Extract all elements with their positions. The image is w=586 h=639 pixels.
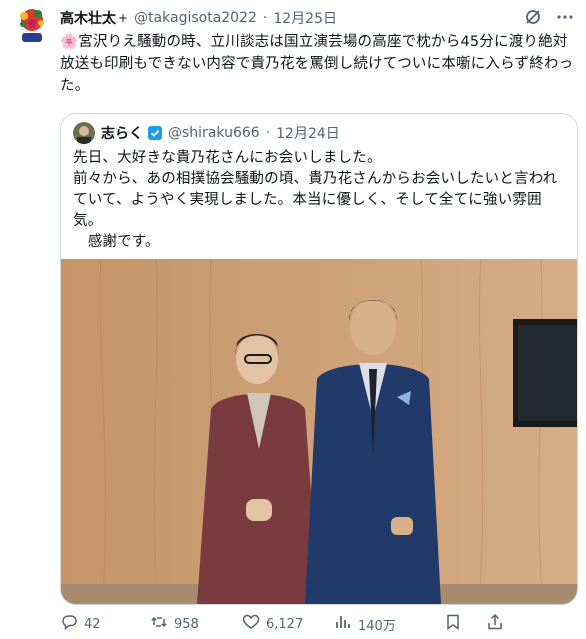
like-icon <box>242 613 260 635</box>
like-count: 6,127 <box>266 616 304 632</box>
tweet-text: 🌸宮沢りえ騒動の時、立川談志は国立演芸場の高座で枕から45分に渡り絶対放送も印刷… <box>60 34 574 94</box>
quoted-photo[interactable] <box>61 258 577 604</box>
like-button[interactable]: 6,127 <box>242 613 334 635</box>
reply-count: 42 <box>84 616 101 632</box>
share-icon <box>486 613 504 635</box>
reply-button[interactable]: 42 <box>60 613 150 635</box>
author-name[interactable]: 高木壮太 <box>60 8 116 28</box>
separator-dot: · <box>262 10 268 26</box>
more-icon[interactable] <box>556 8 574 30</box>
quoted-date[interactable]: 12月24日 <box>276 123 340 143</box>
author-avatar[interactable] <box>12 6 52 46</box>
tweet-header: 高木壮太 + @takagisota2022 · 12月25日 <box>60 8 574 28</box>
quoted-author-handle[interactable]: @shiraku666 <box>168 125 260 141</box>
views-icon <box>334 613 352 635</box>
quoted-text: 先日、大好きな貴乃花さんにお会いしました。 前々から、あの相撲協会騒動の頃、貴乃… <box>73 150 558 250</box>
retweet-button[interactable]: 958 <box>150 613 242 635</box>
grok-icon[interactable] <box>524 8 542 30</box>
views-button[interactable]: 140万 <box>334 613 424 635</box>
bookmark-icon <box>444 613 462 635</box>
tweet[interactable]: 高木壮太 + @takagisota2022 · 12月25日 🌸宮沢りえ騒動の… <box>0 0 586 639</box>
tweet-date[interactable]: 12月25日 <box>273 8 337 28</box>
bookmark-button[interactable] <box>444 613 462 635</box>
subscription-plus: + <box>118 11 129 25</box>
retweet-count: 958 <box>174 616 199 632</box>
views-count: 140万 <box>358 618 396 634</box>
action-bar: 42 958 6,127 140万 <box>60 612 576 636</box>
quoted-avatar[interactable] <box>73 122 95 144</box>
retweet-icon <box>150 613 168 635</box>
share-button[interactable] <box>486 613 504 635</box>
quoted-header: 志らく @shiraku666 · 12月24日 <box>73 122 340 144</box>
verified-badge-icon <box>147 125 163 141</box>
quoted-separator-dot: · <box>265 125 271 141</box>
author-handle[interactable]: @takagisota2022 <box>134 10 257 26</box>
reply-icon <box>60 613 78 635</box>
quoted-author-name[interactable]: 志らく <box>101 123 143 143</box>
quoted-tweet[interactable]: 志らく @shiraku666 · 12月24日 先日、大好きな貴乃花さんにお会… <box>60 113 578 605</box>
